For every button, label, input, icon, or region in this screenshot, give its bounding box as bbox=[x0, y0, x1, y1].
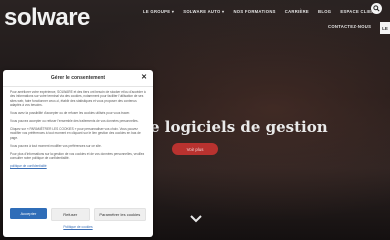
language-tab[interactable]: LE bbox=[380, 22, 390, 34]
solware-logo[interactable]: solware bbox=[4, 4, 90, 32]
hero-headline: e logiciels de gestion bbox=[150, 118, 328, 136]
main-nav: LE GROUPE ▾ SOLWARE AUTO ▾ NOS FORMATION… bbox=[143, 9, 386, 14]
nav-item-label: SOLWARE AUTO bbox=[183, 9, 221, 14]
dialog-body: Pour améliorer votre expérience, SOLWARE… bbox=[10, 90, 146, 168]
chevron-down-icon[interactable] bbox=[189, 214, 203, 224]
consent-paragraph: Vous pouvez accepter ou refuser l'ensemb… bbox=[10, 119, 139, 124]
close-icon[interactable]: ✕ bbox=[141, 74, 147, 81]
nav-item-solware-auto[interactable]: SOLWARE AUTO ▾ bbox=[183, 9, 224, 14]
refuse-button[interactable]: Refuser bbox=[50, 208, 90, 221]
consent-paragraph: Pour plus d'informations sur la gestion … bbox=[10, 151, 145, 160]
dialog-title: Gérer le consentement bbox=[50, 75, 106, 81]
privacy-policy-link[interactable]: politique de confidentialité bbox=[10, 164, 47, 168]
hero-cta-button[interactable]: Voir plus bbox=[172, 143, 218, 155]
nav-item-formations[interactable]: NOS FORMATIONS bbox=[233, 9, 275, 14]
nav-item-label: LE GROUPE bbox=[143, 9, 171, 14]
dialog-header: Gérer le consentement ✕ bbox=[3, 70, 153, 87]
search-button[interactable] bbox=[371, 3, 382, 14]
accept-button[interactable]: Accepter bbox=[10, 208, 47, 219]
cookie-settings-button[interactable]: Paramétrer les cookies bbox=[93, 208, 146, 221]
consent-paragraph: Vous pouvez à tout moment modifier vos p… bbox=[10, 143, 102, 148]
nav-item-carriere[interactable]: CARRIÈRE bbox=[285, 9, 309, 14]
consent-paragraph: Cliquez sur « PARAMÉTRER LES COOKIES » p… bbox=[10, 126, 141, 140]
consent-paragraph: Pour améliorer votre expérience, SOLWARE… bbox=[10, 90, 146, 108]
cookie-policy-link[interactable]: Politique de cookies bbox=[3, 225, 153, 229]
search-icon bbox=[373, 5, 380, 12]
consent-button-row: Accepter Refuser Paramétrer les cookies bbox=[10, 208, 146, 221]
consent-paragraph: Vous avez la possibilité d'accepter ou d… bbox=[10, 111, 131, 116]
nav-item-le-groupe[interactable]: LE GROUPE ▾ bbox=[143, 9, 174, 14]
nav-item-blog[interactable]: BLOG bbox=[318, 9, 331, 14]
nav-item-contact[interactable]: CONTACTEZ-NOUS bbox=[328, 24, 371, 29]
cookie-consent-dialog: Gérer le consentement ✕ Pour améliorer v… bbox=[3, 70, 153, 237]
